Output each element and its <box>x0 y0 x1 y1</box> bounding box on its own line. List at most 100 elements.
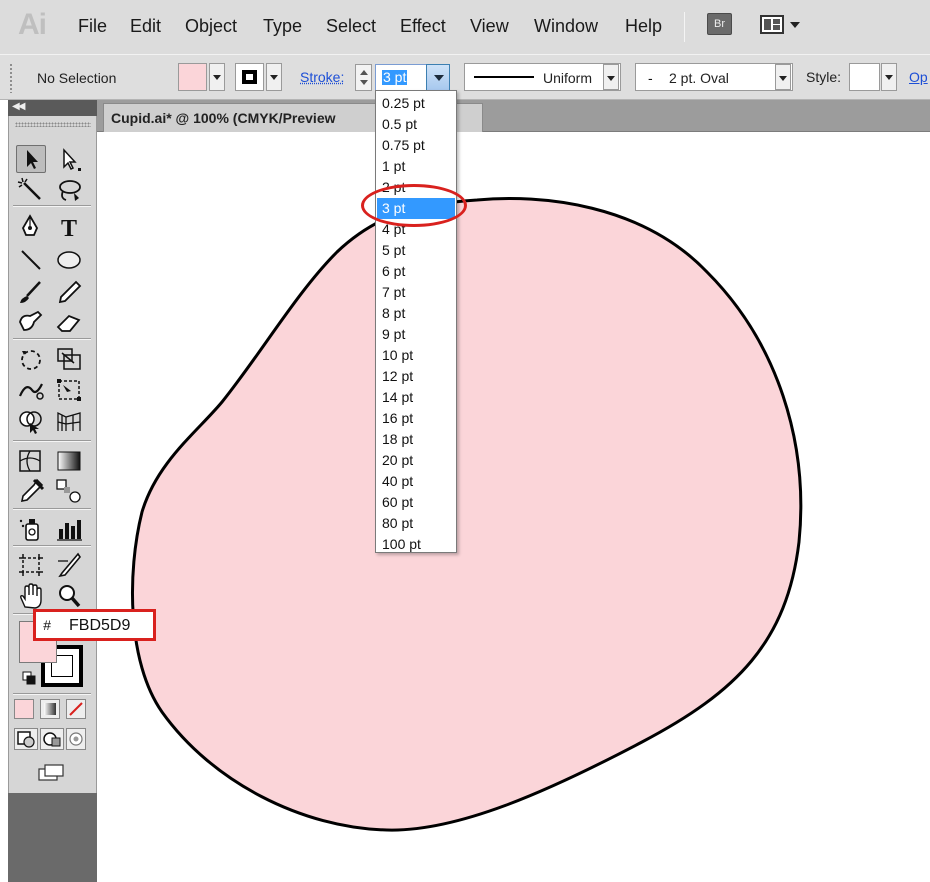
graphic-style-swatch[interactable] <box>849 63 880 91</box>
menu-view[interactable]: View <box>470 16 509 37</box>
stroke-color-dropdown-arrow[interactable] <box>266 63 282 91</box>
direct-selection-tool[interactable] <box>54 145 84 173</box>
variable-width-profile-select[interactable]: Uniform <box>464 63 621 91</box>
stroke-option-0-75[interactable]: 0.75 pt <box>377 135 455 156</box>
stroke-option-1[interactable]: 1 pt <box>377 156 455 177</box>
type-tool[interactable]: T <box>54 213 84 242</box>
stroke-weight-input[interactable]: 3 pt <box>375 64 427 91</box>
stroke-option-40[interactable]: 40 pt <box>377 471 455 492</box>
zoom-tool[interactable] <box>54 582 84 610</box>
artboard-tool[interactable] <box>16 551 46 579</box>
hand-tool[interactable] <box>16 582 46 610</box>
brush-definition-select[interactable]: - 2 pt. Oval <box>635 63 793 91</box>
profile-dropdown-arrow[interactable] <box>603 64 619 90</box>
menu-file[interactable]: File <box>78 16 107 37</box>
shape-builder-tool[interactable] <box>16 407 46 435</box>
eyedropper-tool[interactable] <box>16 477 46 505</box>
none-mode-button[interactable] <box>66 699 86 719</box>
gradient-tool[interactable] <box>54 447 84 475</box>
stroke-option-16[interactable]: 16 pt <box>377 408 455 429</box>
warp-tool[interactable] <box>16 376 46 404</box>
bridge-button[interactable]: Br <box>707 13 732 35</box>
hex-color-value[interactable]: FBD5D9 <box>69 617 130 635</box>
none-icon <box>69 702 83 716</box>
ellipse-tool[interactable] <box>54 246 84 274</box>
slice-tool[interactable] <box>54 551 84 579</box>
stroke-option-9[interactable]: 9 pt <box>377 324 455 345</box>
stroke-color-swatch[interactable] <box>235 63 264 91</box>
draw-normal-button[interactable] <box>14 728 38 750</box>
stroke-option-0-25[interactable]: 0.25 pt <box>377 93 455 114</box>
stroke-option-60[interactable]: 60 pt <box>377 492 455 513</box>
paintbrush-tool[interactable] <box>16 278 46 306</box>
opacity-panel-link[interactable]: Op <box>909 69 928 85</box>
pencil-tool[interactable] <box>54 278 84 306</box>
stroke-option-5[interactable]: 5 pt <box>377 240 455 261</box>
draw-inside-button[interactable] <box>66 728 86 750</box>
lasso-tool[interactable] <box>54 176 84 204</box>
style-dropdown-arrow[interactable] <box>881 63 897 91</box>
magic-wand-tool[interactable] <box>16 176 46 204</box>
magic-wand-icon <box>17 177 41 200</box>
screen-mode-icon <box>38 764 64 781</box>
stroke-option-8[interactable]: 8 pt <box>377 303 455 324</box>
gradient-mode-button[interactable] <box>40 699 60 719</box>
stroke-option-100[interactable]: 100 pt <box>377 534 455 555</box>
line-segment-tool[interactable] <box>16 246 46 274</box>
symbol-sprayer-tool[interactable] <box>16 515 46 543</box>
arrange-documents-button[interactable] <box>760 12 810 38</box>
brush-dropdown-arrow[interactable] <box>775 64 791 90</box>
default-fill-stroke-icon[interactable] <box>22 671 36 685</box>
column-graph-tool[interactable] <box>54 515 84 543</box>
stepper-up-icon[interactable] <box>360 70 368 75</box>
artboard-canvas[interactable] <box>97 132 930 882</box>
stroke-option-80[interactable]: 80 pt <box>377 513 455 534</box>
rotate-tool[interactable] <box>16 345 46 373</box>
document-tab-bar: Cupid.ai* @ 100% (CMYK/Preview <box>97 100 930 132</box>
tools-panel-grip[interactable] <box>15 122 91 127</box>
stroke-option-6[interactable]: 6 pt <box>377 261 455 282</box>
stroke-option-3-selected[interactable]: 3 pt <box>377 198 455 219</box>
menu-select[interactable]: Select <box>326 16 376 37</box>
color-mode-button[interactable] <box>14 699 34 719</box>
scale-tool[interactable] <box>54 345 84 373</box>
stroke-weight-stepper[interactable] <box>355 64 372 91</box>
menu-edit[interactable]: Edit <box>130 16 161 37</box>
free-transform-tool[interactable] <box>54 376 84 404</box>
stroke-option-14[interactable]: 14 pt <box>377 387 455 408</box>
pink-blob-shape[interactable] <box>97 132 930 882</box>
fill-color-swatch[interactable] <box>178 63 207 91</box>
stroke-option-0-5[interactable]: 0.5 pt <box>377 114 455 135</box>
collapse-panel-icon[interactable]: ◀◀ <box>12 101 25 112</box>
menu-help[interactable]: Help <box>625 16 662 37</box>
stroke-option-10[interactable]: 10 pt <box>377 345 455 366</box>
brush-preview-dash: - <box>648 70 653 86</box>
menu-effect[interactable]: Effect <box>400 16 446 37</box>
screen-mode-button[interactable] <box>34 762 68 784</box>
menu-bar: Ai File Edit Object Type Select Effect V… <box>0 0 930 54</box>
control-bar-grip[interactable] <box>9 63 13 93</box>
stroke-weight-dropdown-button[interactable] <box>426 64 450 91</box>
eraser-tool[interactable] <box>54 308 84 336</box>
menu-object[interactable]: Object <box>185 16 237 37</box>
stroke-option-12[interactable]: 12 pt <box>377 366 455 387</box>
stroke-option-20[interactable]: 20 pt <box>377 450 455 471</box>
draw-behind-button[interactable] <box>40 728 64 750</box>
selection-tool[interactable] <box>16 145 46 173</box>
menu-type[interactable]: Type <box>263 16 302 37</box>
fill-dropdown-arrow[interactable] <box>209 63 225 91</box>
blend-tool[interactable] <box>54 477 84 505</box>
perspective-grid-tool[interactable] <box>54 407 84 435</box>
stroke-panel-link[interactable]: Stroke: <box>300 69 344 85</box>
stroke-option-18[interactable]: 18 pt <box>377 429 455 450</box>
stroke-option-4[interactable]: 4 pt <box>377 219 455 240</box>
arrange-documents-icon <box>760 15 800 34</box>
pen-tool[interactable] <box>16 213 46 241</box>
menu-window[interactable]: Window <box>534 16 598 37</box>
stroke-option-7[interactable]: 7 pt <box>377 282 455 303</box>
blob-brush-tool[interactable] <box>16 308 46 336</box>
stroke-option-2[interactable]: 2 pt <box>377 177 455 198</box>
stepper-down-icon[interactable] <box>360 80 368 85</box>
mesh-tool[interactable] <box>16 447 46 475</box>
blob-path[interactable] <box>130 197 803 832</box>
